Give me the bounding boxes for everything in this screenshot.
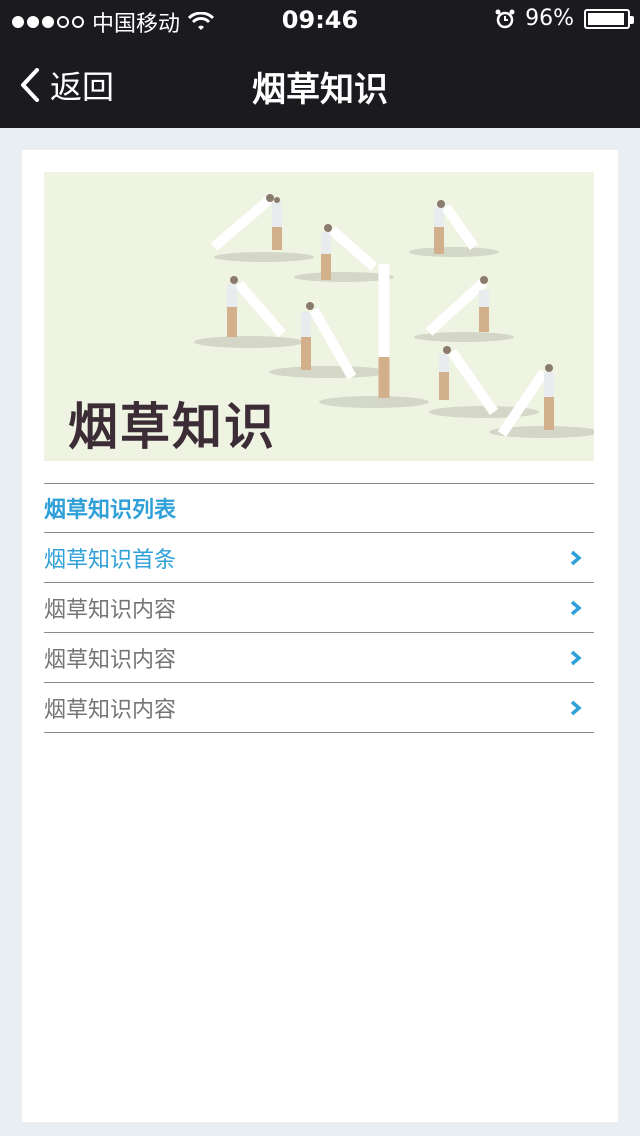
nav-bar: 返回 烟草知识 (0, 40, 640, 128)
banner-image: 烟草知识 (44, 172, 594, 461)
chevron-right-icon (570, 600, 582, 615)
chevron-right-icon (570, 700, 582, 715)
list-item-label: 烟草知识内容 (44, 647, 177, 673)
battery-percent: 96% (525, 6, 574, 31)
list-item-label: 烟草知识内容 (44, 697, 177, 723)
alarm-clock-icon (495, 9, 515, 28)
chevron-right-icon (570, 650, 582, 665)
list-item[interactable]: 烟草知识内容 (44, 583, 594, 633)
status-bar: 中国移动 09:46 96% (0, 0, 640, 40)
page-title: 烟草知识 (252, 70, 388, 110)
list-header: 烟草知识列表 (44, 483, 594, 533)
list-item[interactable]: 烟草知识内容 (44, 633, 594, 683)
chevron-right-icon (570, 550, 582, 565)
list-item[interactable]: 烟草知识首条 (44, 533, 594, 583)
list-header-label: 烟草知识列表 (44, 498, 177, 523)
content-card: 烟草知识 烟草知识列表 烟草知识首条 烟草知识内容 烟草知识内容 烟草知识内容 (22, 150, 618, 1122)
banner-title: 烟草知识 (68, 398, 276, 456)
list-item[interactable]: 烟草知识内容 (44, 683, 594, 733)
knowledge-list: 烟草知识列表 烟草知识首条 烟草知识内容 烟草知识内容 烟草知识内容 (44, 483, 594, 733)
list-item-label: 烟草知识首条 (44, 547, 177, 573)
app-header: 中国移动 09:46 96% 返回 烟草知识 (0, 0, 640, 128)
list-item-label: 烟草知识内容 (44, 597, 177, 623)
status-right: 96% (495, 6, 634, 31)
battery-icon (584, 8, 634, 29)
